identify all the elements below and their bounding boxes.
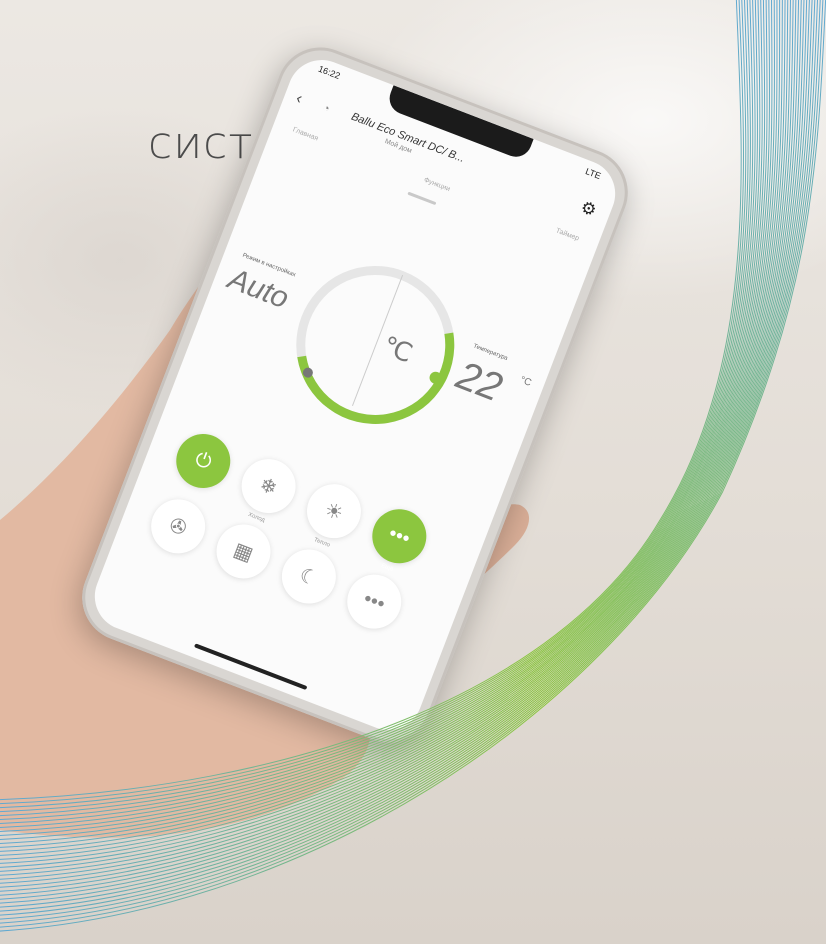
sleep-button[interactable]: ☾ <box>273 541 344 612</box>
cool-mode-label: Холод <box>247 511 266 524</box>
more-icon: ••• <box>385 521 414 550</box>
tab-home[interactable]: Главная <box>287 126 319 154</box>
gear-icon[interactable]: ⚙ <box>578 197 599 221</box>
tab-timer[interactable]: Таймер <box>550 227 580 254</box>
status-signal: LTE <box>584 166 603 182</box>
moon-icon: ☾ <box>296 563 322 591</box>
status-time: 16:22 <box>316 63 342 82</box>
chevron-left-icon[interactable]: ‹ <box>293 90 305 109</box>
temperature-value: 22 <box>450 353 508 411</box>
schedule-button[interactable]: ▦ <box>208 516 279 587</box>
sun-icon: ☀ <box>321 498 347 526</box>
wifi-icon: ◔ <box>320 101 332 116</box>
snowflake-icon: ❄ <box>256 473 281 500</box>
more-modes-label: Ещё <box>380 563 394 574</box>
calendar-icon: ▦ <box>230 538 257 566</box>
heat-mode-label: Тепло <box>312 537 331 549</box>
power-icon: ⏻ <box>192 447 215 474</box>
power-button[interactable]: ⏻ <box>168 426 239 496</box>
heat-mode-button[interactable]: ☀ Тепло <box>299 476 369 549</box>
more-icon: ••• <box>360 587 389 616</box>
temperature-unit: °C <box>518 374 533 389</box>
more-functions-button[interactable]: ••• <box>339 566 410 637</box>
cool-mode-button[interactable]: ❄ Холод <box>233 451 304 524</box>
fan-button[interactable]: ✇ <box>143 491 214 562</box>
more-modes-button[interactable]: ••• Ещё <box>364 501 435 574</box>
fan-icon: ✇ <box>166 513 190 541</box>
